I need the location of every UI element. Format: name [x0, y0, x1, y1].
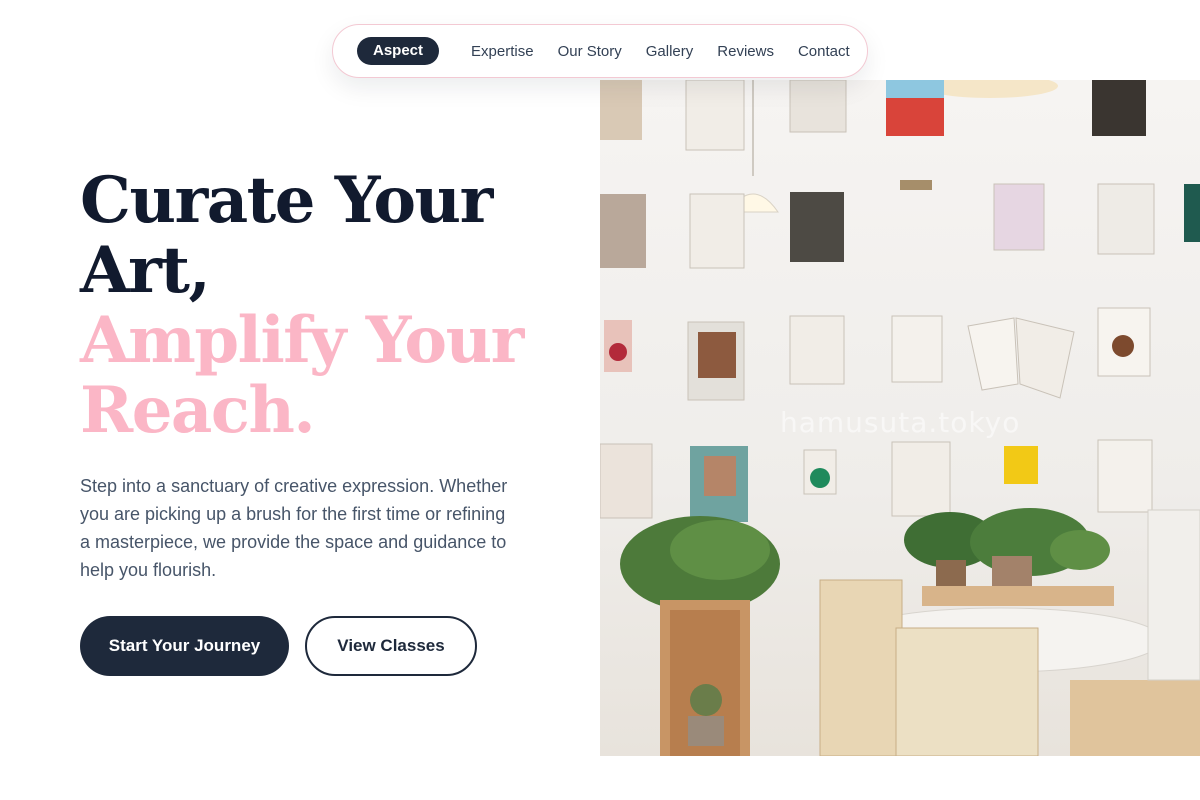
- nav-link-expertise[interactable]: Expertise: [471, 43, 534, 60]
- nav-link-contact[interactable]: Contact: [798, 43, 850, 60]
- brand-logo-button[interactable]: Aspect: [357, 37, 440, 65]
- start-journey-button[interactable]: Start Your Journey: [80, 616, 289, 676]
- headline-line-3: Amplify Your: [80, 303, 524, 378]
- view-classes-button[interactable]: View Classes: [305, 616, 477, 676]
- headline-line-1: Curate Your: [80, 163, 493, 238]
- headline-line-2: Art,: [80, 233, 211, 308]
- nav-link-gallery[interactable]: Gallery: [646, 43, 694, 60]
- nav-link-reviews[interactable]: Reviews: [717, 43, 774, 60]
- headline-line-4: Reach.: [80, 373, 316, 448]
- hero-image-gallery-wall: hamusuta.tokyo: [600, 80, 1200, 756]
- top-navigation: Aspect Expertise Our Story Gallery Revie…: [332, 24, 868, 78]
- nav-link-our-story[interactable]: Our Story: [558, 43, 622, 60]
- image-watermark: hamusuta.tokyo: [780, 406, 1021, 439]
- hero-headline: Curate Your Art, Amplify Your Reach.: [80, 166, 580, 446]
- hero-subtitle: Step into a sanctuary of creative expres…: [80, 476, 508, 580]
